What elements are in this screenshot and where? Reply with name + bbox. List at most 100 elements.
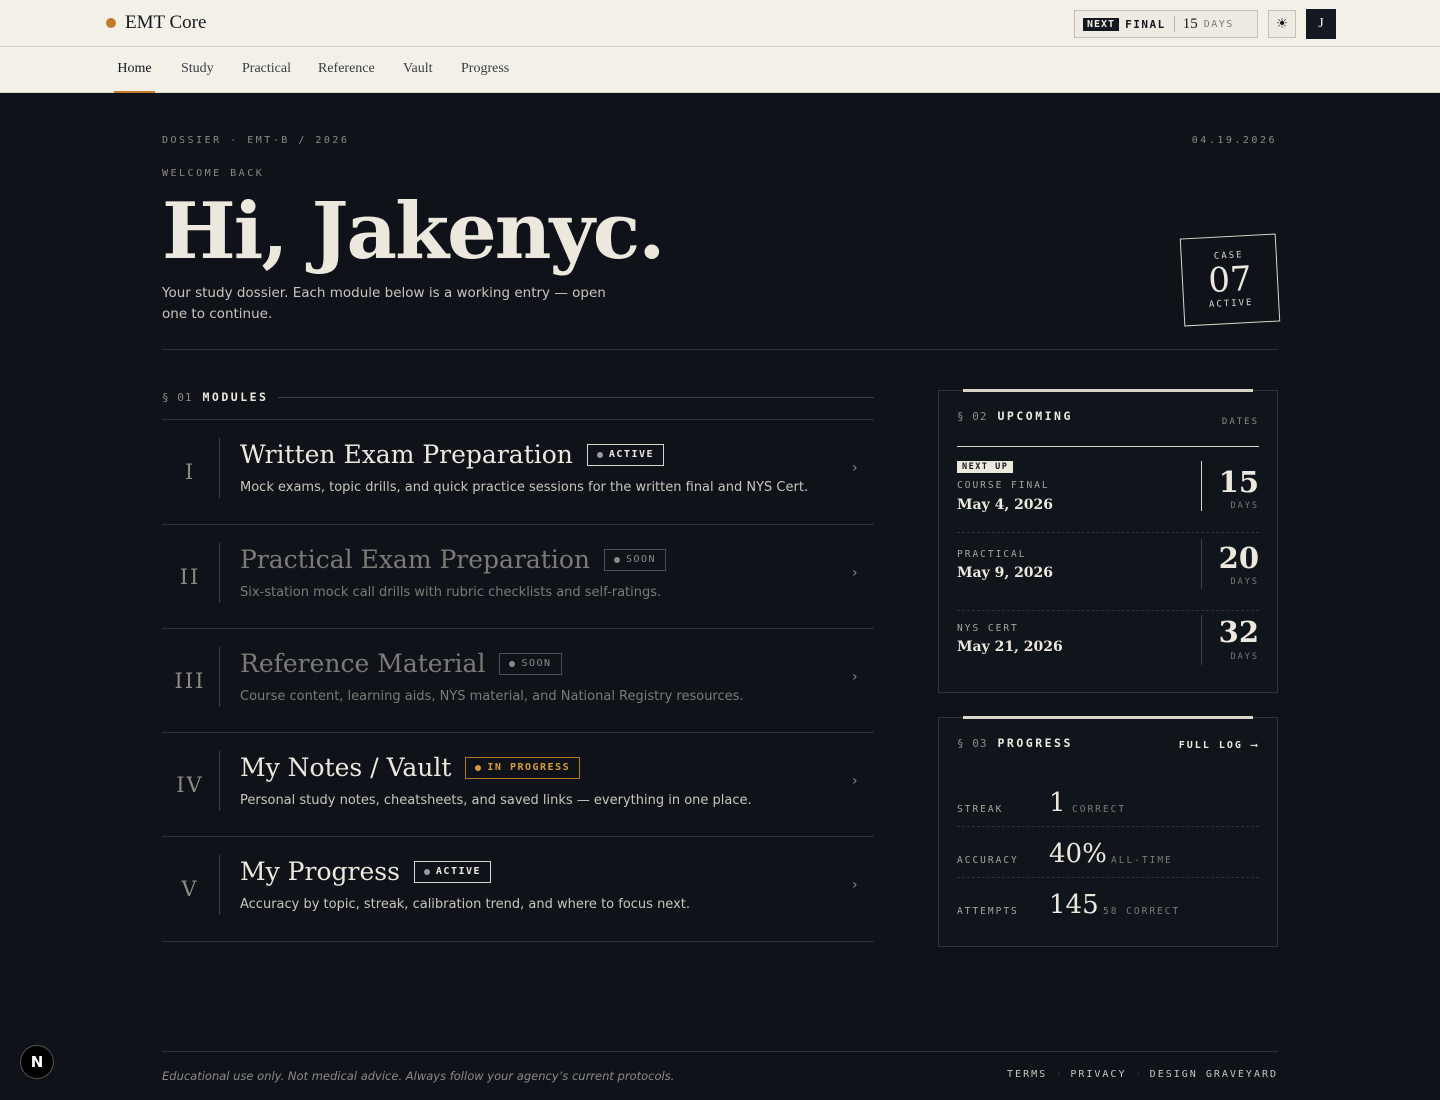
welcome-label: WELCOME BACK <box>162 168 265 179</box>
module-my-progress[interactable]: V My Progress ACTIVE Accuracy by topic, … <box>162 836 874 941</box>
module-divider <box>219 543 220 603</box>
countdown-value: 15 <box>1182 15 1198 32</box>
section-number: § 03 <box>957 736 988 750</box>
event-date: May 4, 2026 <box>957 497 1054 513</box>
stat-label: ACCURACY <box>957 855 1019 866</box>
stat-attempts: ATTEMPTS 145 58 CORRECT <box>957 878 1259 929</box>
avatar[interactable]: J <box>1306 9 1336 39</box>
header-divider <box>162 349 1278 350</box>
status-dot-icon <box>475 764 482 771</box>
panel-rule <box>957 446 1259 447</box>
nav-study[interactable]: Study <box>181 47 214 93</box>
footer-rule <box>162 1051 1278 1052</box>
countdown-pill[interactable]: NEXT FINAL 15 DAYS <box>1074 10 1258 38</box>
footer-link-privacy[interactable]: PRIVACY <box>1070 1069 1126 1080</box>
footer-separator: · <box>1057 1069 1061 1080</box>
app-name: EMT Core <box>125 12 207 33</box>
arrow-right-icon: ⟶ <box>1250 740 1259 751</box>
disclaimer: Educational use only. Not medical advice… <box>162 1069 675 1083</box>
stat-value: 145 <box>1049 890 1099 920</box>
chevron-right-icon: › <box>852 669 858 685</box>
module-title: My Progress <box>240 857 400 886</box>
sun-icon: ☀ <box>1275 16 1289 32</box>
modules-heading: § 01 MODULES <box>162 390 874 404</box>
event-days-unit: DAYS <box>1230 577 1259 587</box>
chevron-right-icon: › <box>852 773 858 789</box>
footer-link-terms[interactable]: TERMS <box>1007 1069 1047 1080</box>
module-divider <box>219 751 220 811</box>
module-title: Written Exam Preparation <box>240 440 573 469</box>
module-numeral: V <box>181 877 199 901</box>
module-description: Mock exams, topic drills, and quick prac… <box>240 480 809 495</box>
event-divider <box>1201 461 1202 511</box>
brand[interactable]: EMT Core <box>106 12 206 34</box>
module-notes-vault[interactable]: IV My Notes / Vault IN PROGRESS Personal… <box>162 732 874 837</box>
status-badge: SOON <box>604 548 667 571</box>
upcoming-nys-cert[interactable]: NYS CERT May 21, 2026 32 DAYS <box>957 615 1259 687</box>
stat-streak: STREAK 1 CORRECT <box>957 776 1259 827</box>
case-status: ACTIVE <box>1208 297 1254 311</box>
nav-vault[interactable]: Vault <box>403 47 433 93</box>
event-date: May 9, 2026 <box>957 565 1054 581</box>
section-rule <box>278 396 874 398</box>
section-title: PROGRESS <box>997 736 1073 750</box>
module-divider <box>219 647 220 707</box>
countdown-divider <box>1173 16 1175 32</box>
nav-practical[interactable]: Practical <box>242 47 291 93</box>
stat-value: 40% <box>1049 839 1107 869</box>
panel-tab <box>963 716 1253 719</box>
event-label: NYS CERT <box>957 623 1019 634</box>
event-days: 15 <box>1218 465 1259 499</box>
current-date: 04.19.2026 <box>1191 135 1277 146</box>
module-title: My Notes / Vault <box>240 753 452 782</box>
nav-progress[interactable]: Progress <box>461 47 509 93</box>
module-description: Accuracy by topic, streak, calibration t… <box>240 897 691 912</box>
dossier-label: DOSSIER · EMT-B / 2026 <box>162 135 350 146</box>
stat-accuracy: ACCURACY 40% ALL-TIME <box>957 827 1259 878</box>
module-practical-exam[interactable]: II Practical Exam Preparation SOON Six-s… <box>162 524 874 629</box>
brand-dot-icon <box>106 18 116 28</box>
theme-toggle-button[interactable]: ☀ <box>1268 10 1296 38</box>
modules-bottom-rule <box>162 941 874 942</box>
module-description: Personal study notes, cheatsheets, and s… <box>240 793 752 808</box>
module-numeral: IV <box>176 773 204 797</box>
module-divider <box>219 438 220 498</box>
greeting-title: Hi, Jakenyc. <box>162 186 665 277</box>
dev-tools-button[interactable]: N <box>20 1045 54 1079</box>
status-dot-icon <box>614 556 620 563</box>
footer-links: TERMS · PRIVACY · DESIGN GRAVEYARD <box>1007 1069 1278 1080</box>
upcoming-practical[interactable]: PRACTICAL May 9, 2026 20 DAYS <box>957 539 1259 611</box>
countdown-tag: NEXT <box>1083 17 1120 31</box>
full-log-link[interactable]: FULL LOG ⟶ <box>1179 740 1259 751</box>
status-badge: SOON <box>499 652 562 675</box>
case-number: 07 <box>1207 258 1253 302</box>
event-divider <box>1201 615 1202 665</box>
module-written-exam[interactable]: I Written Exam Preparation ACTIVE Mock e… <box>162 419 874 524</box>
status-dot-icon <box>596 451 603 458</box>
section-title: MODULES <box>202 390 269 404</box>
nav-home[interactable]: Home <box>114 47 155 93</box>
section-number: § 01 <box>162 390 193 404</box>
upcoming-course-final[interactable]: NEXT UP COURSE FINAL May 4, 2026 15 DAYS <box>957 461 1259 533</box>
module-divider <box>219 855 220 915</box>
module-description: Six-station mock call drills with rubric… <box>240 585 662 600</box>
event-label: PRACTICAL <box>957 549 1027 560</box>
event-days-unit: DAYS <box>1230 652 1259 662</box>
module-description: Course content, learning aids, NYS mater… <box>240 689 744 704</box>
intro-text: Your study dossier. Each module below is… <box>162 285 606 322</box>
stat-sub: ALL-TIME <box>1111 855 1173 866</box>
module-numeral: III <box>174 669 206 693</box>
upcoming-panel: § 02 UPCOMING DATES NEXT UP COURSE FINAL… <box>938 389 1278 693</box>
footer-link-design-graveyard[interactable]: DESIGN GRAVEYARD <box>1150 1069 1278 1080</box>
module-reference-material[interactable]: III Reference Material SOON Course conte… <box>162 628 874 733</box>
stat-label: STREAK <box>957 804 1004 815</box>
event-days-unit: DAYS <box>1230 501 1259 511</box>
module-title: Reference Material <box>240 649 486 678</box>
stat-sub: CORRECT <box>1072 804 1127 815</box>
top-bar: EMT Core NEXT FINAL 15 DAYS ☀ J <box>0 0 1440 47</box>
event-days: 32 <box>1218 615 1259 649</box>
nav-reference[interactable]: Reference <box>318 47 375 93</box>
stat-value: 1 <box>1049 788 1066 818</box>
event-days: 20 <box>1218 541 1259 575</box>
event-label: COURSE FINAL <box>957 480 1050 491</box>
